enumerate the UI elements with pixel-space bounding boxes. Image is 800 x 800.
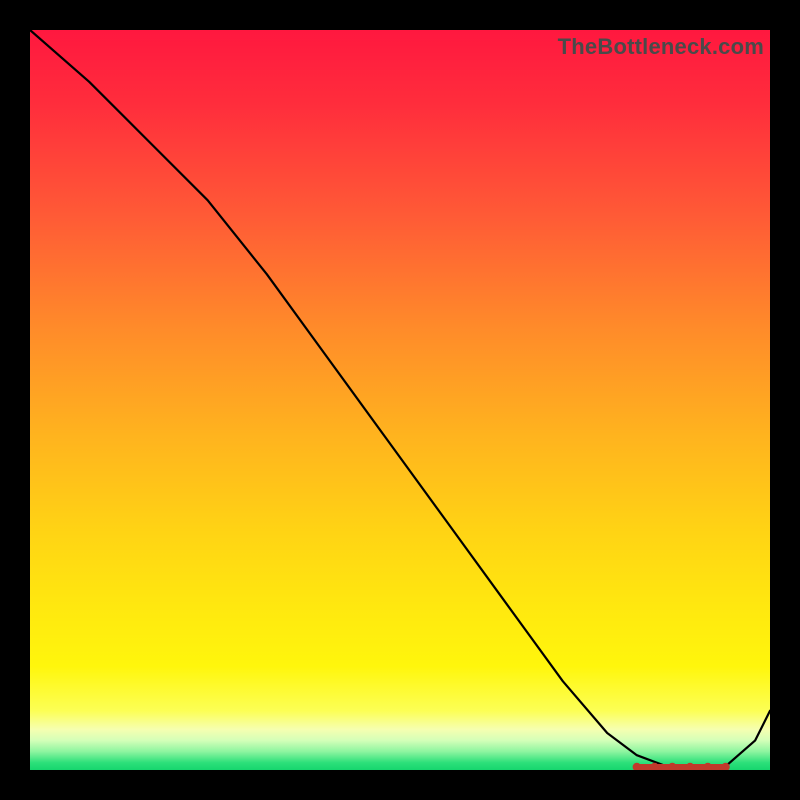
marker-dot [633, 763, 641, 770]
chart-stage: TheBottleneck.com [0, 0, 800, 800]
bottleneck-curve [30, 30, 770, 769]
marker-dot [668, 763, 676, 770]
marker-dot [704, 763, 712, 770]
marker-dot [686, 763, 694, 770]
plot-area: TheBottleneck.com [30, 30, 770, 770]
curve-svg [30, 30, 770, 770]
